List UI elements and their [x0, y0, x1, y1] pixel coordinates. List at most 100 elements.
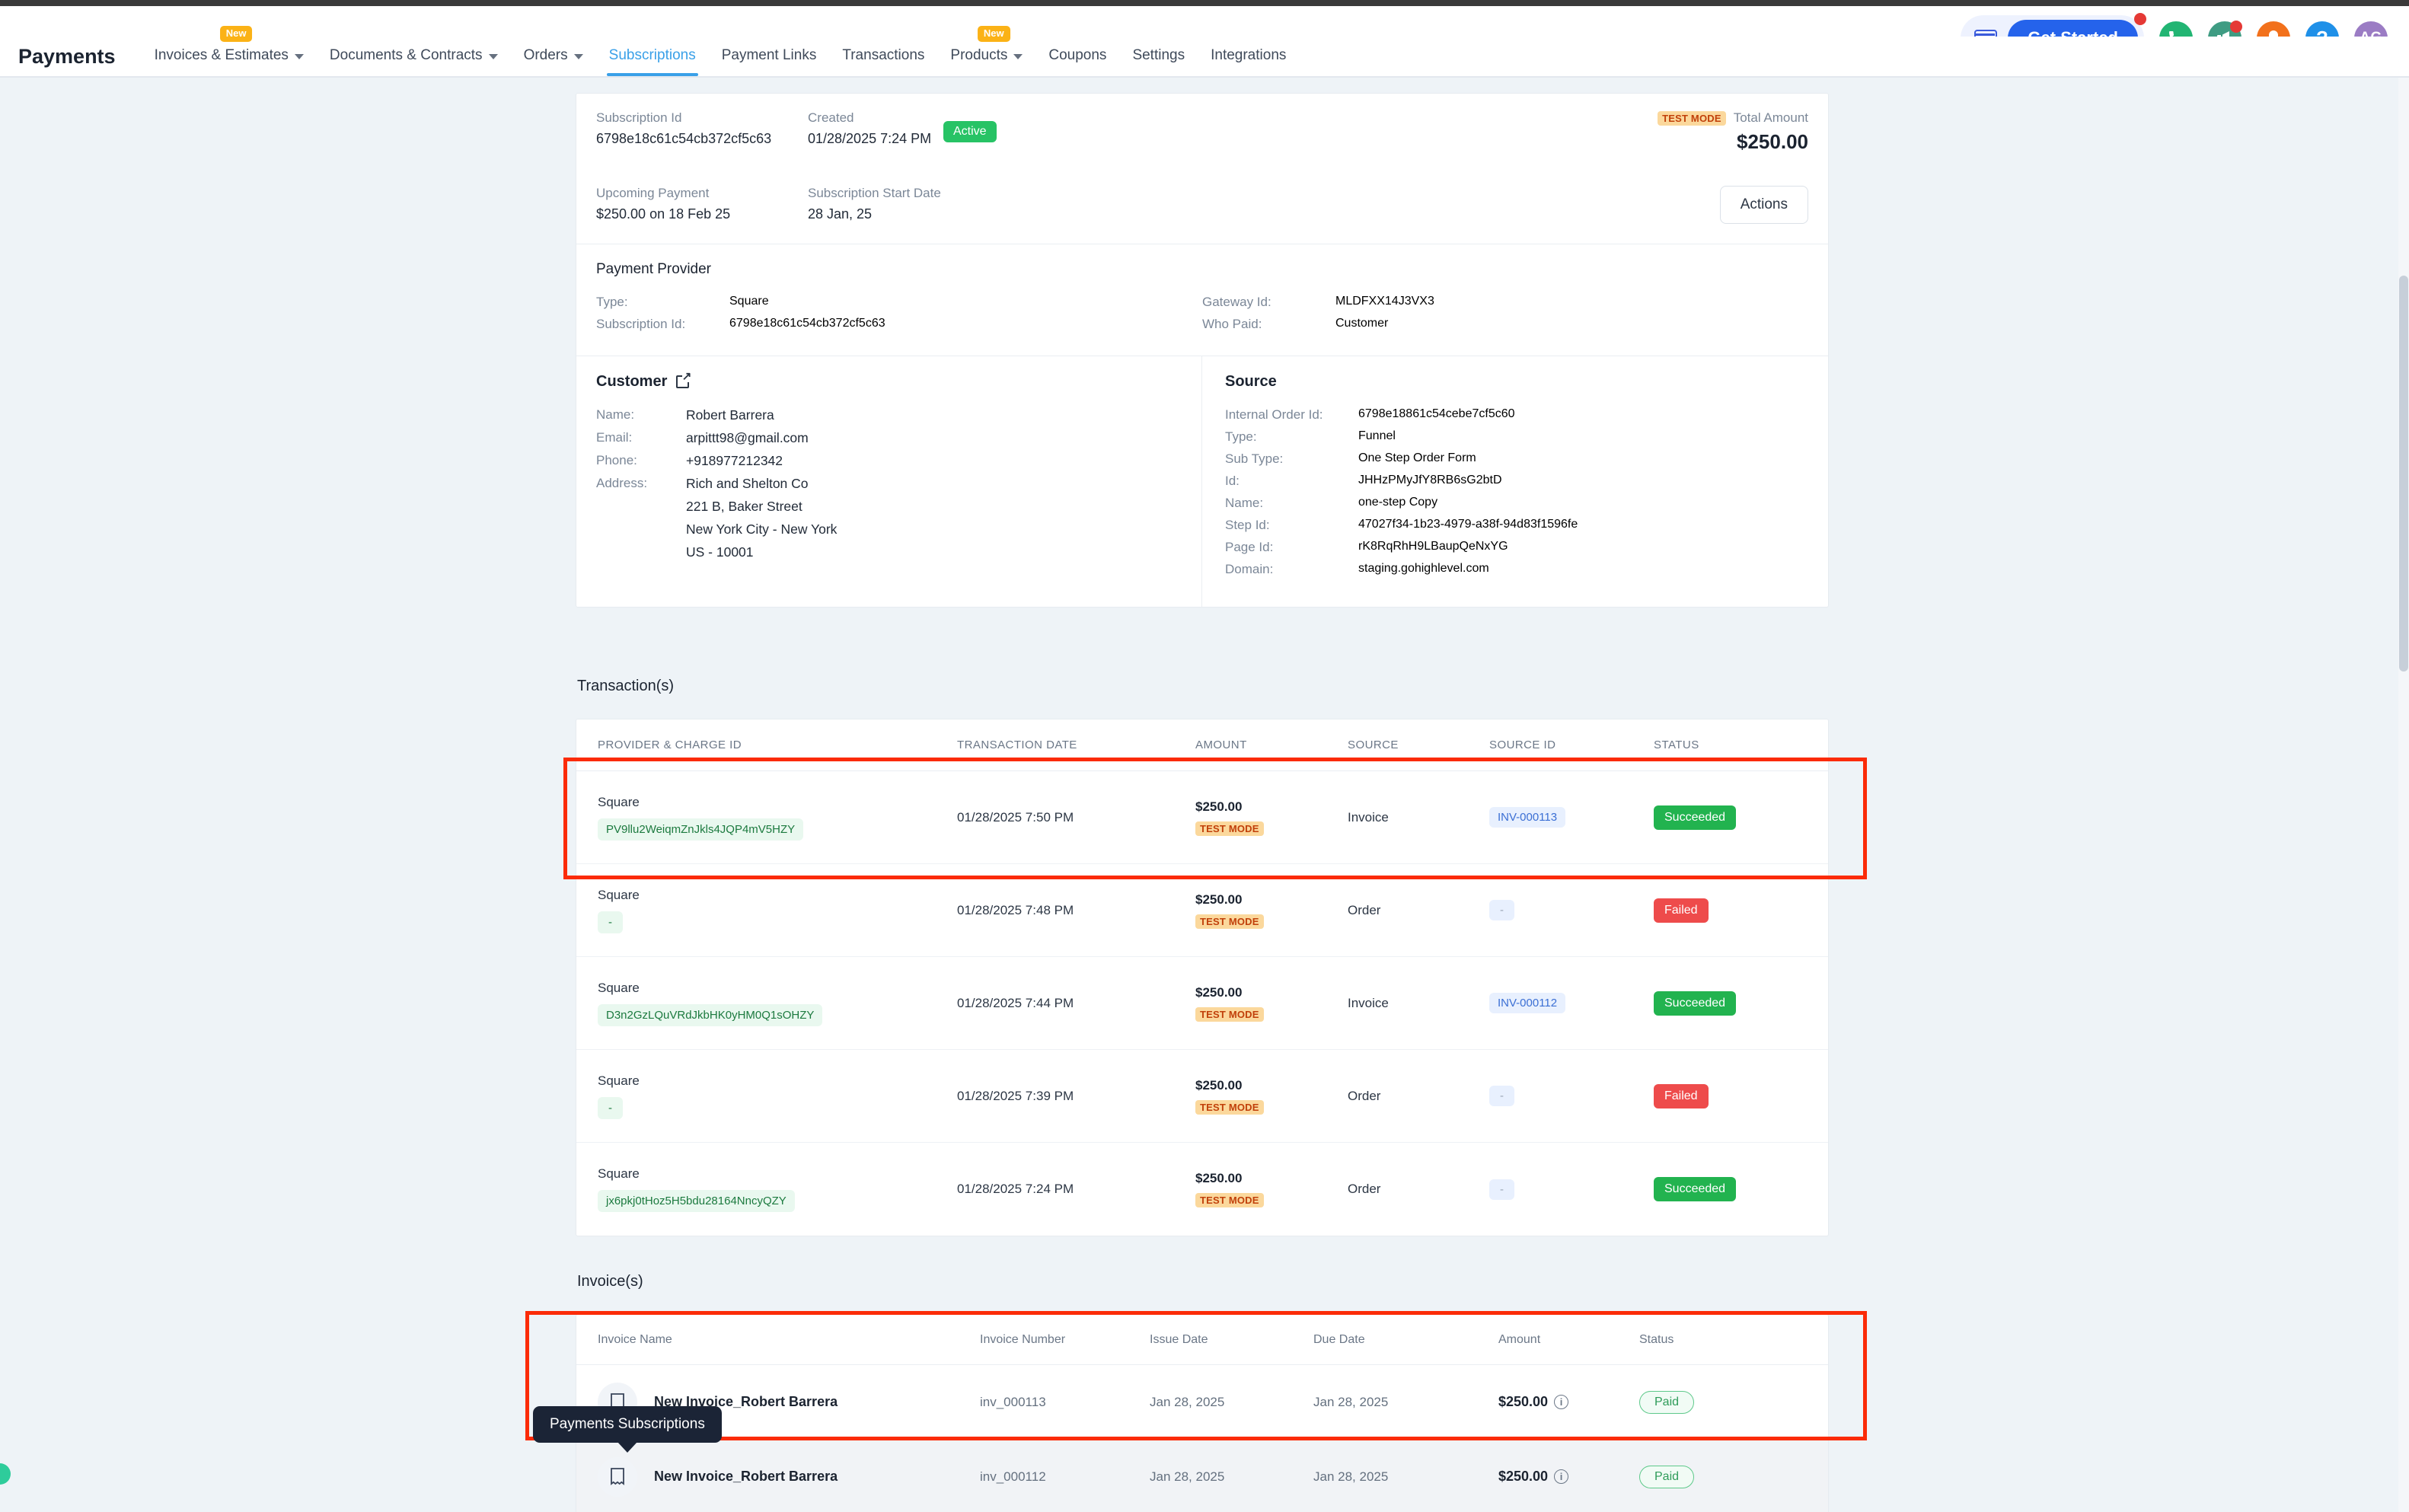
table-row[interactable]: New Invoice_Robert Barrerainv_000113Jan …	[576, 1365, 1828, 1440]
status-badge: Succeeded	[1654, 805, 1736, 830]
charge-id-chip[interactable]: jx6pkj0tHoz5H5bdu28164NncyQZY	[598, 1190, 795, 1212]
table-row[interactable]: Square-01/28/2025 7:39 PM$250.00TEST MOD…	[576, 1050, 1828, 1143]
source-id-chip[interactable]: INV-000113	[1489, 807, 1565, 828]
amount-value: $250.00	[1195, 892, 1348, 908]
cell-status: Paid	[1639, 1466, 1792, 1488]
cell-status: Failed	[1654, 1084, 1806, 1108]
start-date-value: 28 Jan, 25	[808, 206, 1112, 222]
transactions-title: Transaction(s)	[577, 678, 674, 695]
nav-item-label: Subscriptions	[609, 47, 696, 64]
source-id-chip[interactable]: -	[1489, 1179, 1514, 1200]
cell-provider: Square-	[576, 888, 957, 933]
nav-item-documents-contracts[interactable]: Documents & Contracts	[317, 47, 511, 76]
table-row[interactable]: SquareD3n2GzLQuVRdJkbHK0yHM0Q1sOHZY01/28…	[576, 957, 1828, 1050]
nav-item-coupons[interactable]: Coupons	[1035, 47, 1119, 76]
nav-item-orders[interactable]: Orders	[511, 47, 596, 76]
field-label: Step Id:	[1225, 518, 1358, 533]
nav-item-payment-links[interactable]: Payment Links	[709, 47, 830, 76]
column-header: Due Date	[1313, 1333, 1498, 1347]
subscription-id-field: Subscription Id 6798e18c61c54cb372cf5c63	[596, 110, 808, 147]
info-icon[interactable]: i	[1554, 1395, 1568, 1409]
cell-source-id: -	[1489, 1086, 1654, 1106]
source-id-chip[interactable]: -	[1489, 900, 1514, 920]
nav-item-products[interactable]: ProductsNew	[937, 47, 1035, 76]
column-header: SOURCE	[1348, 738, 1489, 751]
chevron-down-icon	[295, 54, 304, 59]
field-row: Who Paid:Customer	[1202, 317, 1808, 332]
cell-source: Order	[1348, 1182, 1489, 1197]
test-mode-badge: TEST MODE	[1195, 1193, 1264, 1207]
upcoming-payment-value: $250.00 on 18 Feb 25	[596, 206, 808, 222]
cell-status: Paid	[1639, 1391, 1792, 1414]
cell-invoice-number: inv_000113	[980, 1395, 1150, 1410]
actions-button[interactable]: Actions	[1720, 186, 1808, 224]
field-value[interactable]: 6798e18861c54cebe7cf5c60	[1358, 407, 1515, 423]
transactions-table-body: Square PV9llu2WeiqmZnJkls4JQP4mV5HZY 01/28…	[576, 771, 1828, 1236]
field-row: Step Id:47027f34-1b23-4979-a38f-94d83f15…	[1225, 518, 1808, 533]
info-icon[interactable]: i	[1554, 1469, 1568, 1484]
cell-amount: $250.00i	[1498, 1469, 1639, 1485]
customer-source-section: Customer Name:Robert BarreraEmail:arpitt…	[576, 356, 1828, 607]
field-row: Phone:+918977212342	[596, 453, 1182, 469]
nav-item-subscriptions[interactable]: Subscriptions	[596, 47, 709, 76]
field-label: Email:	[596, 430, 686, 446]
address-label: Address:	[596, 476, 686, 491]
field-label: Internal Order Id:	[1225, 407, 1358, 423]
chat-widget-bubble[interactable]	[0, 1463, 11, 1485]
nav-item-settings[interactable]: Settings	[1119, 47, 1198, 76]
field-row: Email:arpittt98@gmail.com	[596, 430, 1182, 446]
table-row[interactable]: SquarePV9llu2WeiqmZnJkls4JQP4mV5HZY01/28…	[576, 771, 1828, 864]
charge-id-chip[interactable]: PV9llu2WeiqmZnJkls4JQP4mV5HZY	[598, 818, 803, 841]
nav-item-invoices-estimates[interactable]: Invoices & EstimatesNew	[142, 47, 317, 76]
field-label: Phone:	[596, 453, 686, 469]
nav-item-transactions[interactable]: Transactions	[829, 47, 937, 76]
provider-name: Square	[598, 1166, 957, 1182]
field-row: Internal Order Id:6798e18861c54cebe7cf5c…	[1225, 407, 1808, 423]
cell-amount: $250.00i	[1498, 1394, 1639, 1410]
amount-value: $250.00	[1195, 985, 1348, 1000]
column-header: STATUS	[1654, 738, 1806, 751]
cell-provider: Square-	[576, 1073, 957, 1119]
table-row[interactable]: Squarejx6pkj0tHoz5H5bdu28164NncyQZY01/28…	[576, 1143, 1828, 1236]
test-mode-badge: TEST MODE	[1195, 1100, 1264, 1115]
cell-issue-date: Jan 28, 2025	[1150, 1395, 1313, 1410]
field-value: 47027f34-1b23-4979-a38f-94d83f1596fe	[1358, 518, 1578, 533]
field-value: Customer	[1335, 317, 1388, 332]
test-mode-badge: TEST MODE	[1195, 1007, 1264, 1022]
table-row[interactable]: New Invoice_Robert Barrerainv_000112Jan …	[576, 1440, 1828, 1512]
payment-provider-right: Gateway Id:MLDFXX14J3VX3Who Paid:Custome…	[1202, 295, 1808, 339]
column-header: SOURCE ID	[1489, 738, 1654, 751]
total-amount-value: $250.00	[1658, 130, 1808, 154]
transactions-table-header: PROVIDER & CHARGE IDTRANSACTION DATEAMOU…	[576, 719, 1828, 771]
field-label: Id:	[1225, 474, 1358, 489]
field-value[interactable]: staging.gohighlevel.com	[1358, 562, 1489, 577]
cell-source: Order	[1348, 1089, 1489, 1104]
page-scrollbar-thumb[interactable]	[2399, 276, 2408, 671]
table-row[interactable]: Square-01/28/2025 7:48 PM$250.00TEST MOD…	[576, 864, 1828, 957]
charge-id-chip[interactable]: -	[598, 911, 623, 933]
source-id-chip[interactable]: -	[1489, 1086, 1514, 1106]
megaphone-notification-dot	[2230, 21, 2242, 33]
page-scrollbar[interactable]	[2398, 78, 2409, 1512]
invoices-table: Invoice NameInvoice NumberIssue DateDue …	[576, 1314, 1829, 1512]
field-label: Name:	[596, 407, 686, 423]
external-link-icon[interactable]	[676, 375, 689, 388]
amount-value: $250.00	[1195, 1171, 1348, 1186]
payment-provider-left: Type:SquareSubscription Id:6798e18c61c54…	[596, 295, 1202, 339]
start-date-label: Subscription Start Date	[808, 186, 1112, 201]
cell-invoice-number: inv_000112	[980, 1469, 1150, 1485]
column-header: Status	[1639, 1333, 1792, 1347]
charge-id-chip[interactable]: -	[598, 1097, 623, 1119]
source-id-chip[interactable]: INV-000112	[1489, 993, 1565, 1013]
status-badge: Paid	[1639, 1466, 1694, 1488]
subscription-id-label: Subscription Id	[596, 110, 808, 126]
charge-id-chip[interactable]: D3n2GzLQuVRdJkbHK0yHM0Q1sOHZY	[598, 1004, 822, 1026]
status-badge: Failed	[1654, 1084, 1709, 1108]
cell-date: 01/28/2025 7:39 PM	[957, 1089, 1195, 1104]
nav-item-integrations[interactable]: Integrations	[1198, 47, 1299, 76]
field-value: One Step Order Form	[1358, 451, 1476, 467]
field-value[interactable]: JHHzPMyJfY8RB6sG2btD	[1358, 474, 1502, 489]
subscription-summary: Subscription Id 6798e18c61c54cb372cf5c63…	[576, 94, 1828, 244]
subscription-id-value: 6798e18c61c54cb372cf5c63	[596, 131, 808, 147]
field-row: Name:one-step Copy	[1225, 496, 1808, 511]
